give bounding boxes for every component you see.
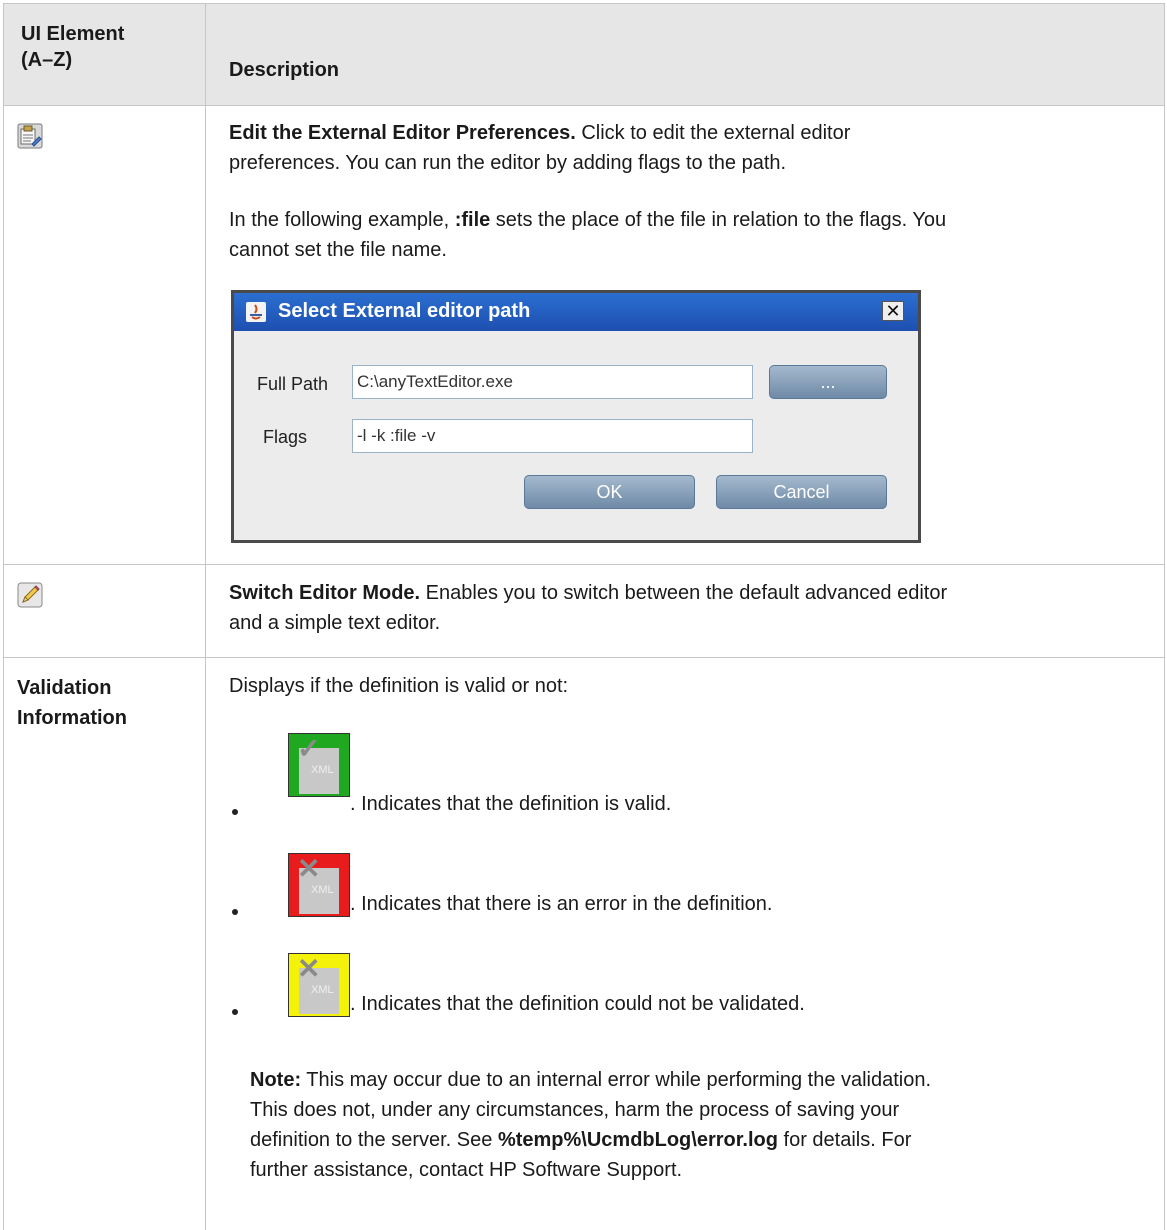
- bullet: [232, 909, 238, 915]
- table-right-border: [1164, 3, 1165, 1230]
- error-text: . Indicates that there is an error in th…: [350, 893, 773, 915]
- row-divider-1: [3, 564, 1165, 565]
- table-left-border: [3, 3, 4, 1230]
- validation-label-line1: Validation: [17, 677, 112, 699]
- xml-label: XML: [311, 764, 334, 776]
- error-log-path: %temp%\UcmdbLog\error.log: [497, 1129, 778, 1151]
- header-ui-element: UI Element (A–Z): [21, 21, 124, 73]
- row2-description-line1: Switch Editor Mode. Enables you to switc…: [229, 579, 947, 607]
- xml-label: XML: [311, 884, 334, 896]
- flags-input[interactable]: -l -k :file -v: [352, 419, 753, 453]
- bullet: [232, 809, 238, 815]
- row1-example-pre: In the following example,: [229, 209, 455, 231]
- bullet: [232, 1009, 238, 1015]
- close-icon[interactable]: ✕: [882, 301, 904, 321]
- unvalidated-text: . Indicates that the definition could no…: [350, 993, 805, 1015]
- row1-example-post: sets the place of the file in relation t…: [490, 209, 947, 231]
- preferences-icon: [17, 123, 43, 149]
- dialog-title: Select External editor path: [278, 300, 531, 322]
- row2-description-line2: and a simple text editor.: [229, 612, 441, 634]
- note-line3: definition to the server. See %temp%\Ucm…: [250, 1126, 911, 1154]
- validation-label-line2: Information: [17, 707, 127, 729]
- column-divider: [205, 3, 206, 1230]
- full-path-label: Full Path: [257, 374, 329, 394]
- row1-example-line2: cannot set the file name.: [229, 239, 447, 261]
- dialog-title-bar: Select External editor path ✕: [234, 293, 918, 331]
- validation-intro: Displays if the definition is valid or n…: [229, 675, 569, 697]
- row1-description-line1: Edit the External Editor Preferences. Cl…: [229, 119, 850, 147]
- row1-example-line1: In the following example, :file sets the…: [229, 206, 946, 234]
- note-label: Note:: [250, 1069, 302, 1091]
- xml-label: XML: [311, 984, 334, 996]
- cancel-button[interactable]: Cancel: [716, 475, 887, 509]
- external-editor-dialog: Select External editor path ✕ Full Path …: [231, 290, 921, 543]
- header-description: Description: [229, 59, 340, 81]
- x-mark: ✕: [297, 853, 321, 884]
- note-line1-rest: This may occur due to an internal error …: [301, 1069, 932, 1091]
- valid-text: . Indicates that the definition is valid…: [350, 793, 672, 815]
- row-divider-2: [3, 657, 1165, 658]
- note-line2: This does not, under any circumstances, …: [250, 1099, 900, 1121]
- row1-text-rest: Click to edit the external editor: [575, 122, 851, 144]
- xml-valid-icon: ✓ XML: [288, 733, 350, 797]
- note-line1: Note: This may occur due to an internal …: [250, 1066, 931, 1094]
- row2-title: Switch Editor Mode.: [229, 582, 421, 604]
- header-ui-element-line2: (A–Z): [21, 49, 73, 71]
- flags-label: Flags: [263, 427, 308, 447]
- check-mark: ✓: [297, 733, 321, 764]
- header-ui-element-line1: UI Element: [21, 23, 125, 45]
- x-mark: ✕: [297, 953, 321, 984]
- row1-title: Edit the External Editor Preferences.: [229, 122, 576, 144]
- row2-text-rest: Enables you to switch between the defaul…: [420, 582, 948, 604]
- table-header: [3, 3, 1165, 106]
- note-line3-post: for details. For: [777, 1129, 912, 1151]
- ok-button[interactable]: OK: [524, 475, 695, 509]
- xml-unvalidated-icon: ✕ XML: [288, 953, 350, 1017]
- full-path-input[interactable]: C:\anyTextEditor.exe: [352, 365, 753, 399]
- note-line3-pre: definition to the server. See: [250, 1129, 498, 1151]
- java-icon: [246, 302, 266, 322]
- row1-description-line2: preferences. You can run the editor by a…: [229, 152, 787, 174]
- xml-error-icon: ✕ XML: [288, 853, 350, 917]
- pencil-icon: [17, 582, 43, 608]
- browse-button[interactable]: ...: [769, 365, 887, 399]
- note-line4: further assistance, contact HP Software …: [250, 1159, 683, 1181]
- ui-element-table: UI Element (A–Z) Description Edit the Ex…: [3, 3, 1165, 1230]
- row1-example-bold: :file: [454, 209, 491, 231]
